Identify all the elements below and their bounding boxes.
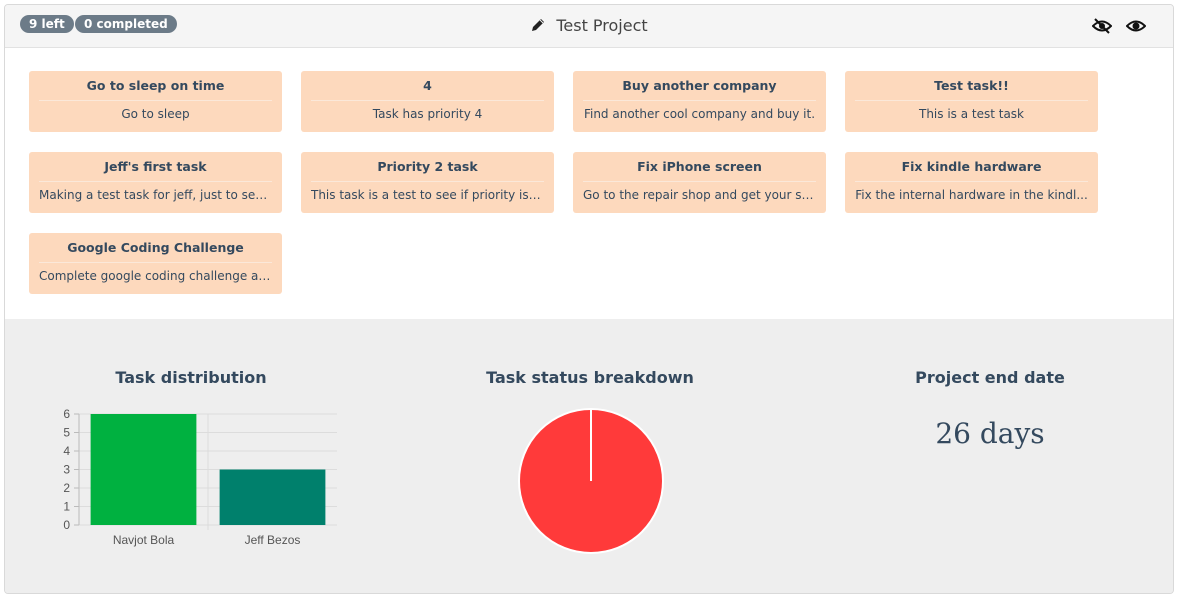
task-card-title: Google Coding Challenge [39, 233, 272, 263]
y-tick-label: 3 [63, 463, 70, 477]
y-tick-label: 1 [63, 500, 70, 514]
task-card[interactable]: Fix kindle hardware Fix the internal har… [845, 152, 1098, 213]
task-card-title: Fix kindle hardware [855, 152, 1088, 182]
task-card-title: 4 [311, 71, 544, 101]
task-card[interactable]: Buy another company Find another cool co… [573, 71, 826, 132]
project-end-date-value: 26 days [935, 417, 1045, 450]
task-card-title: Priority 2 task [311, 152, 544, 182]
task-card-description: Go to the repair shop and get your scr..… [583, 188, 816, 202]
x-tick-label: Navjot Bola [113, 533, 175, 547]
task-card[interactable]: Google Coding Challenge Complete google … [29, 233, 282, 294]
task-card-description: This is a test task [918, 107, 1025, 121]
task-card[interactable]: Priority 2 task This task is a test to s… [301, 152, 554, 213]
bar[interactable] [219, 469, 326, 526]
y-tick-label: 2 [63, 481, 70, 495]
task-card-title: Fix iPhone screen [583, 152, 816, 182]
y-tick-label: 5 [63, 426, 70, 440]
task-card[interactable]: Go to sleep on time Go to sleep [29, 71, 282, 132]
task-card-description: Task has priority 4 [372, 107, 483, 121]
task-card[interactable]: Jeff's first task Making a test task for… [29, 152, 282, 213]
x-tick-label: Jeff Bezos [245, 533, 301, 547]
project-header: 9 left 0 completed Test Project [5, 5, 1173, 48]
bar[interactable] [90, 414, 197, 525]
project-title-area: Test Project [5, 16, 1173, 35]
task-card[interactable]: 4 Task has priority 4 [301, 71, 554, 132]
task-distribution-chart: 0 1 2 3 4 5 6 Navjot Bola Jeff Bezos [63, 407, 337, 547]
task-card-title: Go to sleep on time [39, 71, 272, 101]
task-card-title: Test task!! [855, 71, 1088, 101]
y-tick-label: 6 [63, 407, 70, 421]
project-panel: 9 left 0 completed Test Project Go to sl… [4, 4, 1174, 594]
task-card-title: Jeff's first task [39, 152, 272, 182]
task-distribution-title: Task distribution [115, 368, 267, 387]
task-status-chart [518, 408, 664, 554]
project-stats: Task distribution Task status breakdown … [5, 319, 1173, 593]
task-card[interactable]: Test task!! This is a test task [845, 71, 1098, 132]
task-card-description: Complete google coding challenge again [39, 269, 272, 283]
task-status-title: Task status breakdown [486, 368, 694, 387]
task-card-title: Buy another company [583, 71, 816, 101]
project-title: Test Project [556, 16, 648, 35]
y-tick-label: 0 [63, 518, 70, 532]
task-card[interactable]: Fix iPhone screen Go to the repair shop … [573, 152, 826, 213]
task-card-description: Find another cool company and buy it. [583, 107, 816, 121]
y-tick-label: 4 [63, 444, 70, 458]
pencil-icon[interactable] [530, 17, 546, 33]
task-card-description: Go to sleep [121, 107, 190, 121]
task-card-description: This task is a test to see if priority i… [311, 188, 544, 202]
task-card-description: Fix the internal hardware in the kindl..… [855, 188, 1088, 202]
task-card-description: Making a test task for jeff, just to see… [39, 188, 272, 202]
project-end-date-title: Project end date [915, 368, 1065, 387]
eye-icon[interactable] [1125, 17, 1147, 40]
eye-slash-icon[interactable] [1091, 17, 1113, 40]
